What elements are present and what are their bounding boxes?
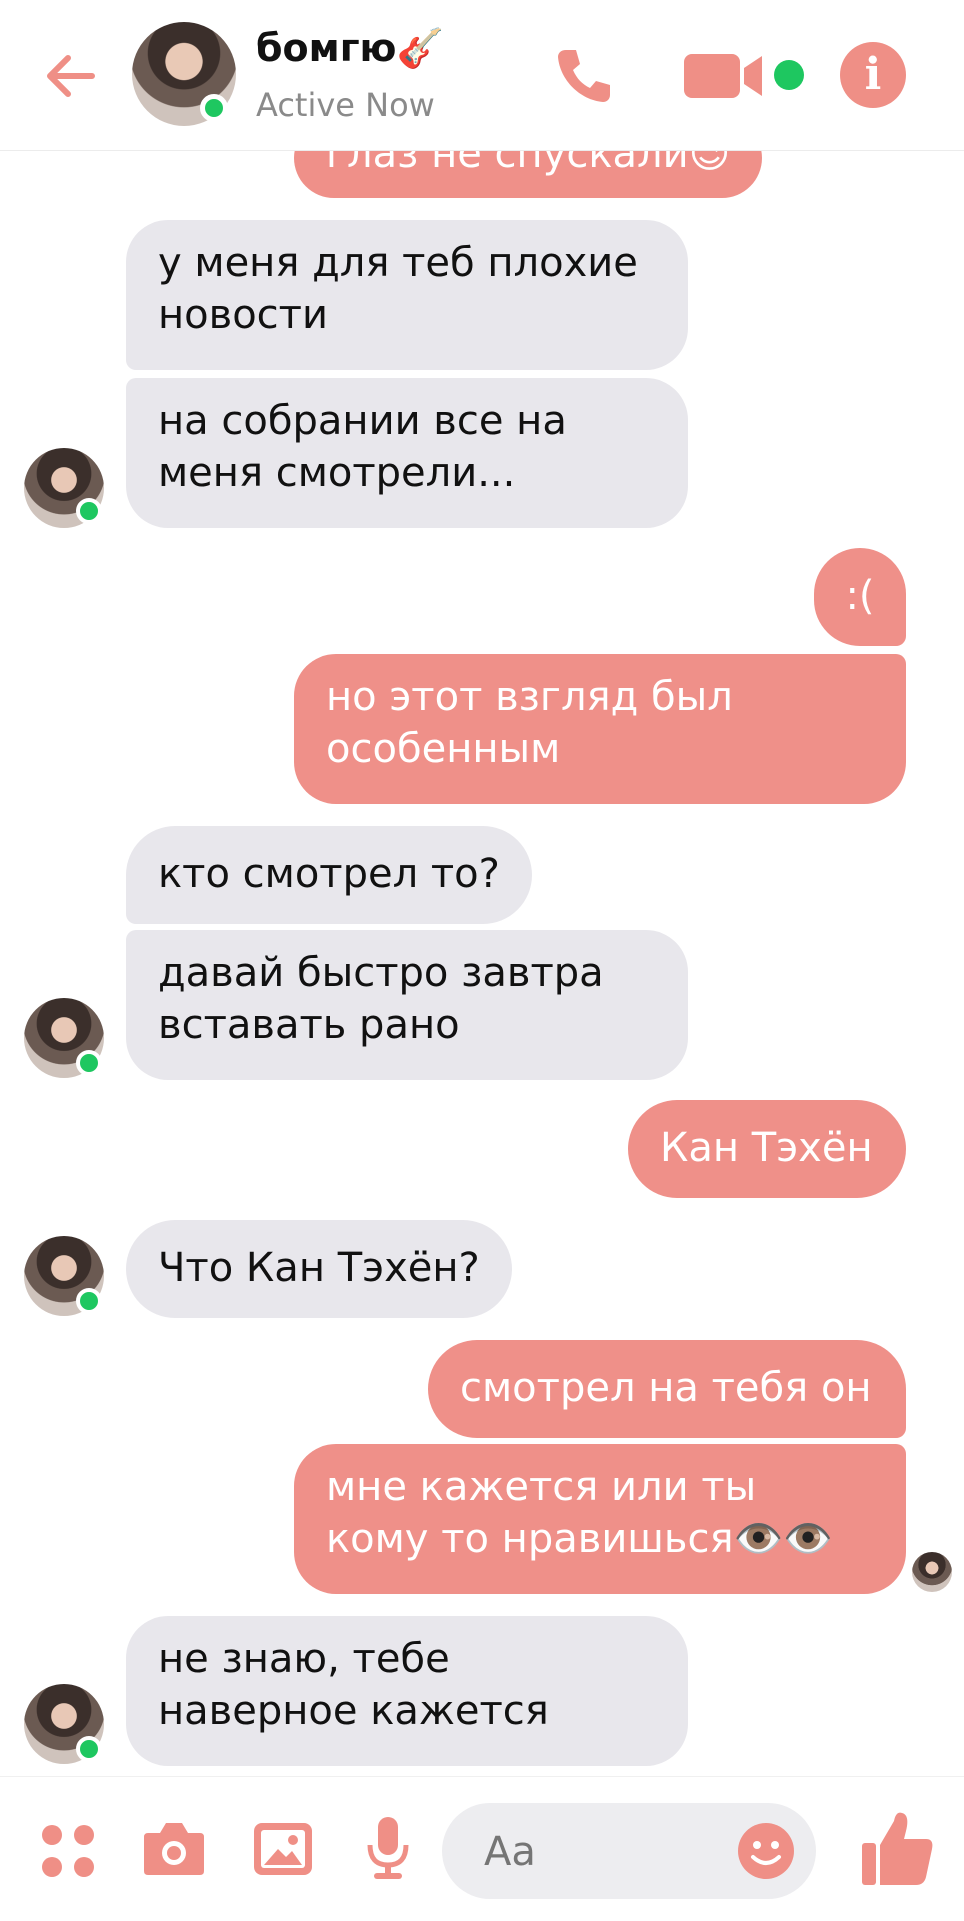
video-active-dot: [774, 60, 804, 90]
info-button[interactable]: i: [840, 42, 906, 108]
online-indicator: [76, 1736, 102, 1762]
online-indicator: [200, 94, 228, 122]
message-bubble-outgoing[interactable]: мне кажется или ты кому то нравишься👁️👁️: [294, 1444, 906, 1594]
message-bubble-incoming[interactable]: давай быстро завтра вставать рано: [126, 930, 688, 1080]
gallery-button[interactable]: [252, 1819, 314, 1879]
emoji-icon: [738, 1823, 794, 1879]
video-call-button[interactable]: [684, 50, 780, 102]
apps-button[interactable]: [40, 1823, 96, 1879]
message-bubble-outgoing[interactable]: но этот взгляд был особенным: [294, 654, 906, 804]
contact-status: Active Now: [256, 86, 435, 124]
composer-bar: [0, 1776, 964, 1921]
message-bubble-outgoing[interactable]: :(: [814, 548, 906, 646]
arrow-left-icon: [47, 55, 95, 97]
like-button[interactable]: [860, 1807, 936, 1889]
message-bubble-incoming[interactable]: Что Кан Тэхён?: [126, 1220, 512, 1318]
apps-icon: [42, 1825, 94, 1877]
video-camera-icon: [684, 54, 762, 98]
online-indicator: [76, 1050, 102, 1076]
thumbs-up-icon: [862, 1812, 933, 1885]
voice-message-button[interactable]: [364, 1815, 412, 1883]
back-button[interactable]: [40, 46, 100, 106]
message-bubble-incoming[interactable]: кто смотрел то?: [126, 826, 532, 924]
message-bubble-outgoing[interactable]: Кан Тэхён: [628, 1100, 906, 1198]
message-composer[interactable]: [442, 1803, 816, 1901]
conversation-header: бомгю🎸 Active Now i: [0, 0, 964, 151]
message-bubble-incoming[interactable]: у меня для теб плохие новости: [126, 220, 688, 370]
emoji-button[interactable]: [736, 1821, 796, 1881]
online-indicator: [76, 498, 102, 524]
seen-indicator-avatar: [912, 1552, 952, 1592]
message-bubble-outgoing[interactable]: смотрел на тебя он: [428, 1340, 906, 1438]
microphone-icon: [367, 1817, 409, 1879]
voice-call-button[interactable]: [552, 44, 616, 108]
online-indicator: [76, 1288, 102, 1314]
message-bubble-incoming[interactable]: не знаю, тебе наверное кажется: [126, 1616, 688, 1766]
camera-button[interactable]: [142, 1819, 206, 1879]
contact-name[interactable]: бомгю🎸: [256, 26, 444, 71]
image-icon: [254, 1823, 312, 1875]
message-bubble-incoming[interactable]: на собрании все на меня смотрели...: [126, 378, 688, 528]
message-input[interactable]: [482, 1803, 716, 1901]
phone-icon: [558, 50, 610, 102]
camera-icon: [144, 1823, 204, 1875]
